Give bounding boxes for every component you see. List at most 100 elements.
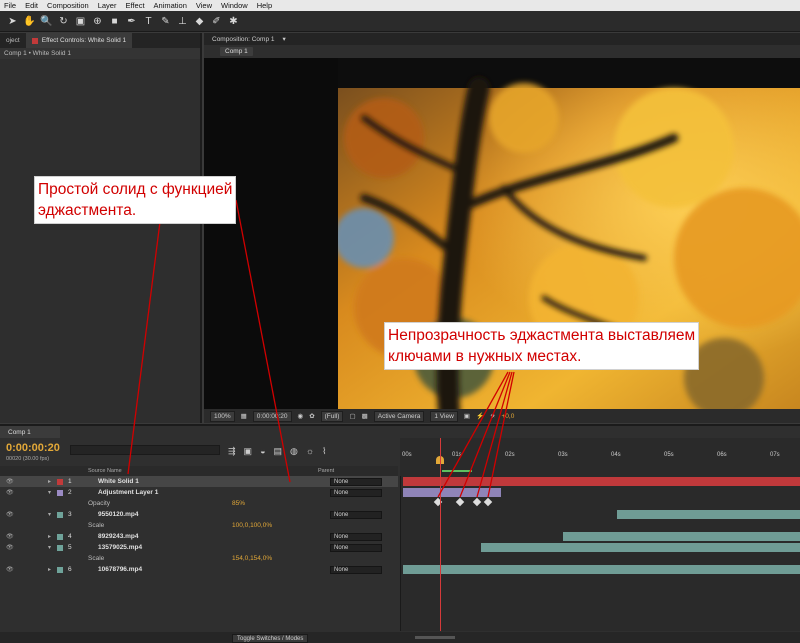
- eye-icon[interactable]: 👁: [6, 511, 14, 518]
- tab-composition[interactable]: Composition: Comp 1: [212, 36, 275, 43]
- fast-previews-icon[interactable]: ⚡: [476, 412, 484, 420]
- rotate-tool-icon[interactable]: ↻: [57, 14, 70, 28]
- text-tool-icon[interactable]: T: [142, 14, 155, 28]
- eye-icon[interactable]: 👁: [6, 489, 14, 496]
- property-value[interactable]: 85%: [232, 500, 245, 507]
- pen-tool-icon[interactable]: ✒: [125, 14, 138, 28]
- label-color: [57, 489, 63, 496]
- property-row[interactable]: Opacity 85%: [0, 498, 398, 509]
- camera-tool-icon[interactable]: ▣: [74, 14, 87, 28]
- draft-3d-icon[interactable]: ▣: [244, 446, 253, 457]
- channel-icon[interactable]: ✿: [309, 412, 314, 420]
- magnification-select[interactable]: 100%: [210, 410, 235, 422]
- view-layout-select[interactable]: 1 View: [430, 410, 458, 422]
- parent-select[interactable]: None: [330, 510, 382, 519]
- parent-select[interactable]: None: [330, 488, 382, 497]
- menu-help[interactable]: Help: [257, 1, 272, 10]
- clone-stamp-tool-icon[interactable]: ⊥: [176, 14, 189, 28]
- comp-chip[interactable]: Comp 1: [220, 47, 253, 56]
- column-source-name[interactable]: Source Name: [88, 468, 122, 474]
- layer-row[interactable]: 👁 ▸ 4 8929243.mp4 None: [0, 531, 398, 542]
- twirl-icon[interactable]: ▸: [48, 566, 51, 573]
- motion-blur-icon[interactable]: ◍: [290, 446, 298, 457]
- layer-bar-8929243[interactable]: [563, 532, 800, 541]
- menu-window[interactable]: Window: [221, 1, 248, 10]
- current-time[interactable]: 0:00:00:20: [6, 442, 60, 454]
- menu-layer[interactable]: Layer: [98, 1, 117, 10]
- snapshot-icon[interactable]: ◉: [298, 412, 304, 420]
- eraser-tool-icon[interactable]: ◆: [193, 14, 206, 28]
- layer-bar-13579025[interactable]: [481, 543, 800, 552]
- shy-layers-icon[interactable]: ◒: [260, 446, 265, 456]
- pan-behind-tool-icon[interactable]: ⊕: [91, 14, 104, 28]
- panel-menu-icon[interactable]: ▾: [283, 35, 286, 43]
- layer-bar-adjustment[interactable]: [403, 488, 501, 497]
- keyframe[interactable]: [472, 497, 482, 507]
- zoom-slider[interactable]: [415, 636, 455, 639]
- layer-bar-9550120[interactable]: [617, 510, 800, 519]
- brainstorm-icon[interactable]: ☼: [306, 446, 314, 456]
- menu-animation[interactable]: Animation: [154, 1, 187, 10]
- frame-blending-icon[interactable]: ▤: [274, 446, 283, 457]
- parent-select[interactable]: None: [330, 543, 382, 552]
- exposure-icon[interactable]: ✷: [490, 412, 495, 420]
- puppet-pin-tool-icon[interactable]: ✱: [227, 14, 240, 28]
- menu-composition[interactable]: Composition: [47, 1, 89, 10]
- brush-tool-icon[interactable]: ✎: [159, 14, 172, 28]
- timeline-search-input[interactable]: [70, 445, 220, 455]
- eye-icon[interactable]: 👁: [6, 478, 14, 485]
- region-of-interest-icon[interactable]: ▢: [349, 412, 355, 420]
- property-value[interactable]: 100,0,100,0%: [232, 522, 272, 529]
- property-value[interactable]: 154,0,154,0%: [232, 555, 272, 562]
- work-area-bar[interactable]: [442, 470, 472, 472]
- eye-icon[interactable]: 👁: [6, 566, 14, 573]
- composition-mini-flowchart-icon[interactable]: ⇶: [228, 446, 236, 457]
- twirl-icon[interactable]: ▸: [48, 478, 51, 485]
- selection-tool-icon[interactable]: ➤: [6, 14, 19, 28]
- menu-file[interactable]: File: [4, 1, 16, 10]
- toggle-switches-modes-button[interactable]: Toggle Switches / Modes: [232, 634, 309, 643]
- layer-row[interactable]: 👁 ▸ 6 10678796.mp4 None: [0, 564, 398, 575]
- twirl-icon[interactable]: ▸: [48, 533, 51, 540]
- layer-bar-10678796[interactable]: [403, 565, 800, 574]
- layer-row[interactable]: 👁 ▾ 3 9550120.mp4 None: [0, 509, 398, 520]
- zoom-tool-icon[interactable]: 🔍: [40, 14, 53, 28]
- menu-view[interactable]: View: [196, 1, 212, 10]
- exposure-value[interactable]: +0,0: [502, 413, 515, 420]
- camera-select[interactable]: Active Camera: [373, 410, 425, 422]
- parent-select[interactable]: None: [330, 477, 382, 486]
- time-ruler[interactable]: 00s 01s 02s 03s 04s 05s 06s 07s: [400, 438, 800, 476]
- transparency-grid-icon[interactable]: ▩: [362, 412, 368, 420]
- rectangle-tool-icon[interactable]: ■: [108, 14, 121, 28]
- ruler-tick: 04s: [611, 452, 621, 458]
- keyframe[interactable]: [483, 497, 493, 507]
- layer-bar-white-solid[interactable]: [403, 477, 800, 486]
- property-row[interactable]: Scale 100,0,100,0%: [0, 520, 398, 531]
- tab-effect-controls[interactable]: Effect Controls: White Solid 1: [25, 33, 133, 48]
- property-row[interactable]: Scale 154,0,154,0%: [0, 553, 398, 564]
- column-parent[interactable]: Parent: [318, 468, 334, 474]
- twirl-icon[interactable]: ▾: [48, 489, 51, 496]
- eye-icon[interactable]: 👁: [6, 533, 14, 540]
- safe-zones-icon[interactable]: ▦: [241, 412, 247, 420]
- current-time-indicator-line[interactable]: [440, 438, 441, 631]
- parent-select[interactable]: None: [330, 565, 382, 574]
- layer-row[interactable]: 👁 ▸ 1 White Solid 1 None: [0, 476, 398, 487]
- graph-editor-icon[interactable]: ⌇: [322, 446, 326, 457]
- twirl-icon[interactable]: ▾: [48, 544, 51, 551]
- menu-effect[interactable]: Effect: [125, 1, 144, 10]
- roto-brush-tool-icon[interactable]: ✐: [210, 14, 223, 28]
- layer-row[interactable]: 👁 ▾ 5 13579025.mp4 None: [0, 542, 398, 553]
- keyframe[interactable]: [455, 497, 465, 507]
- hand-tool-icon[interactable]: ✋: [23, 14, 36, 28]
- layer-row[interactable]: 👁 ▾ 2 Adjustment Layer 1 None: [0, 487, 398, 498]
- toggle-pixel-aspect-icon[interactable]: ▣: [464, 412, 470, 420]
- tab-project[interactable]: oject: [0, 33, 26, 48]
- eye-icon[interactable]: 👁: [6, 544, 14, 551]
- current-time-display[interactable]: 0:00:00:20: [252, 410, 292, 422]
- tab-timeline-comp[interactable]: Comp 1: [0, 426, 60, 438]
- parent-select[interactable]: None: [330, 532, 382, 541]
- menu-edit[interactable]: Edit: [25, 1, 38, 10]
- resolution-select[interactable]: (Full): [320, 410, 344, 422]
- twirl-icon[interactable]: ▾: [48, 511, 51, 518]
